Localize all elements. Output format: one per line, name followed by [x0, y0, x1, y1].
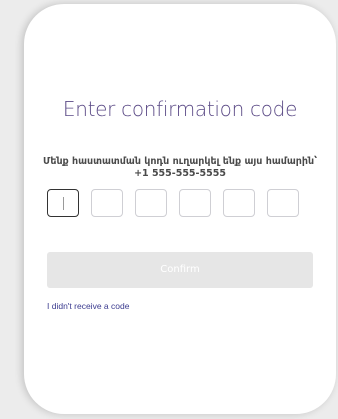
- code-digit-3[interactable]: [135, 189, 167, 217]
- code-inputs: [47, 189, 299, 217]
- confirmation-card: Enter confirmation code Մենք հաստատման կ…: [24, 4, 336, 414]
- code-digit-6[interactable]: [267, 189, 299, 217]
- instructions-text: Մենք հաստատման կոդն ուղարկել ենք այս համ…: [42, 156, 318, 179]
- code-digit-5[interactable]: [223, 189, 255, 217]
- resend-code-link[interactable]: I didn't receive a code: [47, 301, 129, 311]
- text-caret: [63, 197, 64, 210]
- code-digit-1[interactable]: [47, 189, 79, 217]
- page-title: Enter confirmation code: [62, 97, 298, 121]
- code-digit-2[interactable]: [91, 189, 123, 217]
- confirm-button[interactable]: Confirm: [47, 252, 313, 288]
- code-digit-4[interactable]: [179, 189, 211, 217]
